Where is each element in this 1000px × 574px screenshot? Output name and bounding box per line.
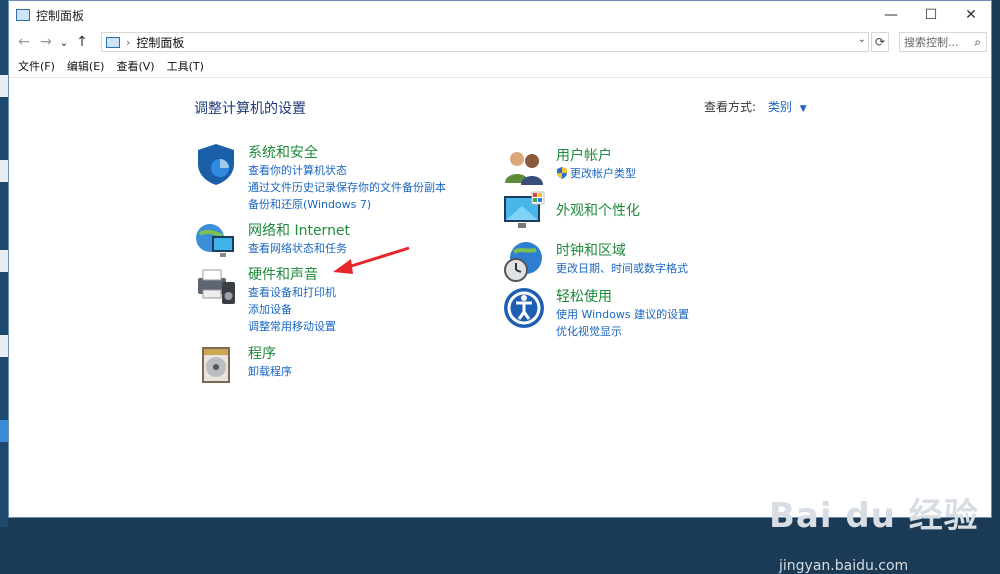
page-title: 调整计算机的设置 xyxy=(194,101,306,117)
link-text: 更改帐户类型 xyxy=(570,167,636,180)
category-title[interactable]: 网络和 Internet xyxy=(248,220,350,240)
maximize-button[interactable]: ☐ xyxy=(911,1,951,29)
watermark-logo: Bai du 经验 xyxy=(769,496,979,536)
back-arrow-icon[interactable]: ← xyxy=(13,34,35,50)
control-panel-icon xyxy=(16,9,30,21)
menu-edit[interactable]: 编辑(E) xyxy=(67,58,105,74)
forward-arrow-icon[interactable]: → xyxy=(35,34,57,50)
programs-disc-icon[interactable] xyxy=(194,343,238,387)
up-arrow-icon[interactable]: ↑ xyxy=(71,34,93,50)
annotation-arrow-icon xyxy=(333,246,410,274)
link-view-computer-status[interactable]: 查看你的计算机状态 xyxy=(248,162,347,178)
category-title[interactable]: 系统和安全 xyxy=(248,142,318,162)
minimize-button[interactable]: — xyxy=(871,1,911,29)
refresh-button[interactable]: ⟳ xyxy=(871,32,889,52)
watermark-url: jingyan.baidu.com xyxy=(779,558,909,574)
control-panel-icon xyxy=(106,36,120,48)
dropdown-caret-icon[interactable]: ▼ xyxy=(800,104,807,114)
desktop-file-icon[interactable] xyxy=(0,160,8,182)
link-change-date-time-format[interactable]: 更改日期、时间或数字格式 xyxy=(556,260,688,276)
view-by-label: 查看方式: xyxy=(704,100,757,114)
address-dropdown-icon[interactable]: ⌄ xyxy=(858,34,866,45)
link-optimize-visual-display[interactable]: 优化视觉显示 xyxy=(556,323,622,339)
link-backup-restore[interactable]: 备份和还原(Windows 7) xyxy=(248,196,371,212)
category-title[interactable]: 时钟和区域 xyxy=(556,240,626,260)
category-title[interactable]: 硬件和声音 xyxy=(248,264,318,284)
category-title[interactable]: 轻松使用 xyxy=(556,286,612,306)
search-icon[interactable]: ⌕ xyxy=(974,35,981,50)
desktop-file-icon[interactable] xyxy=(0,335,8,357)
search-input[interactable]: 搜索控制... ⌕ xyxy=(899,32,987,52)
category-title[interactable]: 用户帐户 xyxy=(556,145,612,165)
recent-locations-chevron-icon[interactable]: ⌄ xyxy=(57,36,71,49)
breadcrumb-separator-icon[interactable]: › xyxy=(126,36,130,49)
uac-shield-icon xyxy=(557,167,567,179)
appearance-monitor-icon[interactable] xyxy=(502,190,546,234)
navigation-bar: ← → ⌄ ↑ › 控制面板 ⌄ ⟳ 搜索控制... ⌕ xyxy=(9,29,991,55)
search-placeholder: 搜索控制... xyxy=(904,36,959,49)
menu-view[interactable]: 查看(V) xyxy=(116,58,154,74)
category-title[interactable]: 外观和个性化 xyxy=(556,200,640,220)
address-bar[interactable]: › 控制面板 ⌄ xyxy=(101,32,869,52)
shield-icon[interactable] xyxy=(194,142,238,186)
desktop-file-icon[interactable] xyxy=(0,250,8,272)
menu-tools[interactable]: 工具(T) xyxy=(167,58,204,74)
view-by-control: 查看方式: 类别 ▼ xyxy=(704,98,807,115)
link-devices-printers[interactable]: 查看设备和打印机 xyxy=(248,284,336,300)
desktop-strip xyxy=(0,0,8,527)
link-uninstall-program[interactable]: 卸载程序 xyxy=(248,363,292,379)
category-title[interactable]: 程序 xyxy=(248,343,276,363)
desktop-file-icon[interactable] xyxy=(0,75,8,97)
link-mobility-settings[interactable]: 调整常用移动设置 xyxy=(248,318,336,334)
close-button[interactable]: ✕ xyxy=(951,1,991,29)
network-globe-icon[interactable] xyxy=(194,220,238,264)
link-change-account-type[interactable]: 更改帐户类型 xyxy=(556,165,636,181)
clock-globe-icon[interactable] xyxy=(502,240,546,284)
breadcrumb-control-panel[interactable]: 控制面板 xyxy=(136,34,184,51)
desktop-app-icon[interactable] xyxy=(0,420,8,442)
link-file-history-backup[interactable]: 通过文件历史记录保存你的文件备份副本 xyxy=(248,179,446,195)
window-title: 控制面板 xyxy=(36,8,85,23)
printer-speaker-icon[interactable] xyxy=(194,264,238,308)
users-icon[interactable] xyxy=(502,145,546,189)
main-content: 调整计算机的设置 查看方式: 类别 ▼ 系统和安全 查看你的计算机状态 通过文件… xyxy=(9,78,991,574)
window-controls: — ☐ ✕ xyxy=(871,1,991,29)
menu-bar: 文件(F) 编辑(E) 查看(V) 工具(T) xyxy=(9,55,991,78)
title-bar[interactable]: 控制面板 — ☐ ✕ xyxy=(9,1,991,29)
link-windows-suggested-settings[interactable]: 使用 Windows 建议的设置 xyxy=(556,306,689,322)
link-add-device[interactable]: 添加设备 xyxy=(248,301,292,317)
control-panel-window: 控制面板 — ☐ ✕ ← → ⌄ ↑ › 控制面板 ⌄ ⟳ 搜索控制... ⌕ … xyxy=(8,0,992,574)
ease-of-access-icon[interactable] xyxy=(502,286,546,330)
view-by-dropdown[interactable]: 类别 xyxy=(768,100,792,114)
menu-file[interactable]: 文件(F) xyxy=(18,58,55,74)
